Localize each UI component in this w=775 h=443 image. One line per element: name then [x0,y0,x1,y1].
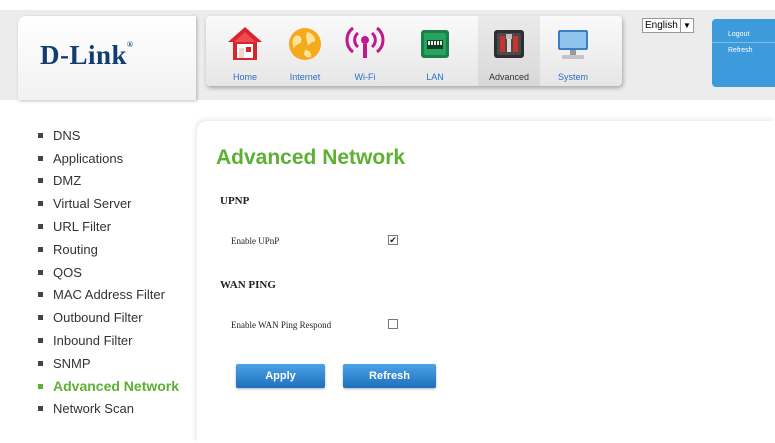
sidebar-item-label: DMZ [53,173,82,189]
nav-internet[interactable]: Internet [276,16,334,86]
chevron-down-icon: ▼ [680,19,693,32]
nav-label-home: Home [232,72,257,82]
nav-wifi[interactable]: Wi-Fi [336,16,394,86]
bullet-icon [38,383,43,389]
bullet-icon [38,132,43,138]
sidebar-item-routing[interactable]: Routing [38,238,198,261]
sidebar-item-qos[interactable]: QOS [38,261,198,284]
refresh-link[interactable]: Refresh [712,43,775,59]
sidebar-item-dns[interactable]: DNS [38,124,198,147]
sidebar-item-snmp[interactable]: SNMP [38,352,198,375]
logout-link[interactable]: Logout [712,27,775,43]
sidebar-item-advanced-network[interactable]: Advanced Network [38,375,198,398]
bullet-icon [38,338,43,344]
nav-home[interactable]: Home [216,16,274,86]
sidebar-item-label: Outbound Filter [53,310,143,326]
sidebar-item-virtual-server[interactable]: Virtual Server [38,192,198,215]
session-panel: Logout Refresh [712,19,775,87]
bullet-icon [38,201,43,207]
bullet-icon [38,406,43,412]
sidebar-menu: DNS Applications DMZ Virtual Server URL … [38,124,198,420]
sidebar-item-label: QOS [53,264,82,280]
monitor-icon [558,30,588,59]
sidebar-item-label: Applications [53,150,124,166]
enable-wan-ping-label: Enable WAN Ping Respond [231,320,332,330]
nav-system[interactable]: System [544,16,602,86]
wifi-icon [345,26,385,58]
nav-label-internet: Internet [289,72,321,82]
bullet-icon [38,224,43,230]
bullet-icon [38,360,43,366]
nav-label-advanced: Advanced [488,72,530,82]
globe-icon [289,28,321,60]
enable-upnp-label: Enable UPnP [231,236,280,246]
bullet-icon [38,292,43,298]
bullet-icon [38,246,43,252]
nav-label-system: System [557,72,588,82]
sidebar-item-label: Virtual Server [53,196,132,212]
refresh-button[interactable]: Refresh [343,364,436,388]
sidebar-item-label: MAC Address Filter [53,287,165,303]
section-title-upnp: UPNP [220,195,250,207]
nav-lan[interactable]: LAN [406,16,464,86]
bullet-icon [38,269,43,275]
language-value: English [645,20,678,31]
bullet-icon [38,155,43,161]
tools-icon [494,30,524,58]
page-title: Advanced Network [216,146,406,169]
lan-icon [421,30,449,58]
sidebar-item-applications[interactable]: Applications [38,147,198,170]
nav-label-wifi: Wi-Fi [354,72,376,82]
enable-upnp-checkbox[interactable]: ✔ [388,235,398,245]
language-select[interactable]: English ▼ [642,18,694,33]
sidebar-item-network-scan[interactable]: Network Scan [38,398,198,421]
sidebar-item-url-filter[interactable]: URL Filter [38,215,198,238]
nav-label-lan: LAN [426,72,444,82]
sidebar-item-label: SNMP [53,355,91,371]
enable-wan-ping-checkbox[interactable] [388,319,398,329]
sidebar-item-label: DNS [53,127,81,143]
home-icon [228,27,262,60]
sidebar-item-label: Inbound Filter [53,333,133,349]
top-band [0,0,775,10]
sidebar-item-inbound-filter[interactable]: Inbound Filter [38,329,198,352]
sidebar-item-label: Network Scan [53,401,134,417]
sidebar-item-label: Advanced Network [53,378,180,395]
section-title-wan-ping: WAN PING [220,279,276,291]
bullet-icon [38,178,43,184]
nav-advanced[interactable]: Advanced [478,16,540,86]
sidebar-item-mac-address-filter[interactable]: MAC Address Filter [38,284,198,307]
sidebar-item-label: Routing [53,241,98,257]
sidebar-item-outbound-filter[interactable]: Outbound Filter [38,306,198,329]
sidebar-item-dmz[interactable]: DMZ [38,170,198,193]
bullet-icon [38,315,43,321]
sidebar-item-label: URL Filter [53,219,112,235]
dlink-logo[interactable]: D-Link® [40,40,134,71]
top-nav: Home Internet Wi-Fi LAN Advanced System [206,16,622,86]
apply-button[interactable]: Apply [236,364,325,388]
